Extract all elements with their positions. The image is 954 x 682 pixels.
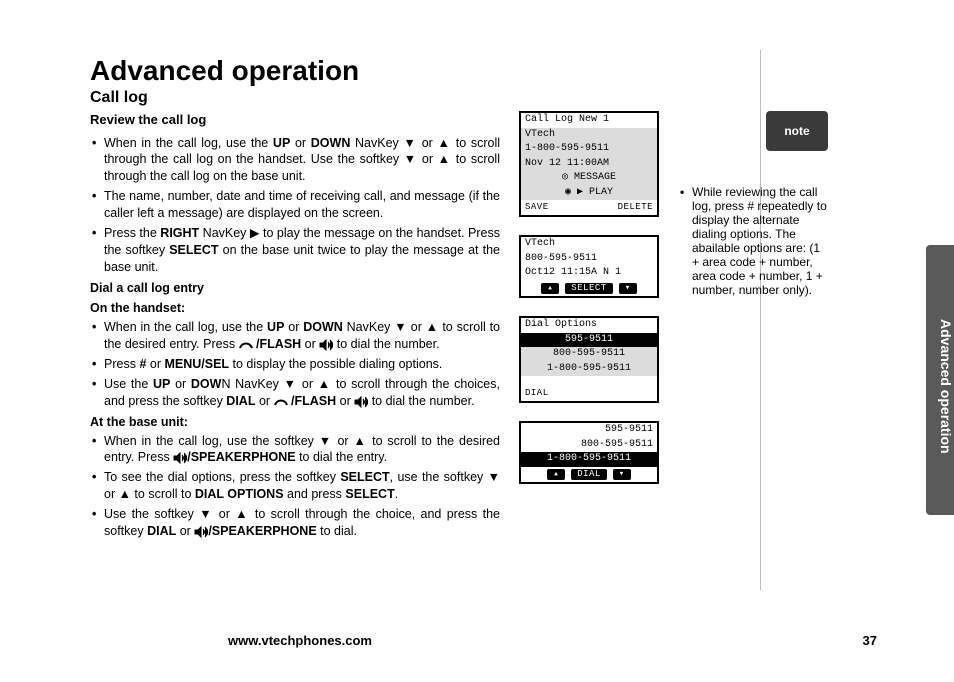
lcd1-softkeys: SAVE DELETE	[521, 200, 657, 215]
page-subtitle: Call log	[90, 89, 925, 107]
lcd4-soft-mid: DIAL	[571, 469, 607, 480]
note-badge: note	[766, 111, 828, 151]
lcd1-message: ◎ MESSAGE	[521, 171, 657, 186]
handset-bullet-3: Use the UP or DOWN NavKey ▼ or ▲ to scro…	[104, 376, 500, 410]
lcd1-header: Call Log New 1	[521, 113, 657, 128]
section-dial-title: Dial a call log entry	[90, 280, 500, 297]
speaker-icon	[194, 526, 208, 538]
note-text: While reviewing the call log, press # re…	[692, 185, 828, 297]
review-bullet-2: The name, number, date and time of recei…	[104, 188, 500, 222]
lcd2-soft-mid: SELECT	[565, 283, 612, 294]
phone-icon	[274, 397, 288, 407]
lcd4-soft-right-icon: ▾	[613, 469, 631, 480]
handset-bullet-1: When in the call log, use the UP or DOWN…	[104, 319, 500, 353]
lcd1-play: ◉ ▶ PLAY	[521, 186, 657, 201]
lcd4-opt3: 1-800-595-9511	[521, 452, 657, 467]
review-bullet-1: When in the call log, use the UP or DOWN…	[104, 135, 500, 186]
lcd2-datetime: Oct12 11:15A N 1	[521, 266, 657, 281]
lcd1-datetime: Nov 12 11:00AM	[521, 157, 657, 172]
speaker-icon	[319, 339, 333, 351]
lcd3-opt2: 800-595-9511	[521, 347, 657, 362]
speaker-icon	[354, 396, 368, 408]
lcd3-soft-left: DIAL	[525, 388, 549, 399]
lcd3-softkeys: DIAL	[521, 386, 657, 401]
section-review-title: Review the call log	[90, 111, 500, 129]
review-bullet-3: Press the RIGHT NavKey ▶ to play the mes…	[104, 225, 500, 276]
speaker-icon	[173, 452, 187, 464]
note-column: note While reviewing the call log, press…	[678, 111, 828, 297]
base-bullet-1: When in the call log, use the softkey ▼ …	[104, 433, 500, 467]
main-text-column: Review the call log When in the call log…	[90, 111, 500, 544]
lcd1-soft-left: SAVE	[525, 202, 549, 213]
on-handset-label: On the handset:	[90, 300, 500, 317]
page-body: Advanced operation Call log Review the c…	[90, 55, 925, 544]
at-base-label: At the base unit:	[90, 414, 500, 431]
handset-bullet-2: Press # or MENU/SEL to display the possi…	[104, 356, 500, 373]
footer-url: www.vtechphones.com	[90, 633, 510, 648]
page-number: 37	[863, 633, 877, 648]
lcd2-soft-right-icon: ▾	[619, 283, 637, 294]
lcd4-opt2: 800-595-9511	[521, 438, 657, 453]
lcd-column: Call Log New 1 VTech 1-800-595-9511 Nov …	[514, 111, 664, 484]
base-bullet-3: Use the softkey ▼ or ▲ to scroll through…	[104, 506, 500, 540]
lcd4-opt1: 595-9511	[521, 423, 657, 438]
lcd1-soft-right: DELETE	[618, 202, 653, 213]
lcd-screen-2: VTech 800-595-9511 Oct12 11:15A N 1 ▴ SE…	[519, 235, 659, 298]
lcd4-soft-left-icon: ▴	[547, 469, 565, 480]
page-title: Advanced operation	[90, 55, 925, 87]
lcd-screen-1: Call Log New 1 VTech 1-800-595-9511 Nov …	[519, 111, 659, 217]
lcd-screen-3: Dial Options 595-9511 800-595-9511 1-800…	[519, 316, 659, 403]
lcd1-name: VTech	[521, 128, 657, 143]
lcd-screen-4: 595-9511 800-595-9511 1-800-595-9511 ▴ D…	[519, 421, 659, 484]
lcd3-opt3: 1-800-595-9511	[521, 362, 657, 377]
side-tab: Advanced operation	[926, 245, 954, 515]
lcd1-number: 1-800-595-9511	[521, 142, 657, 157]
phone-icon	[239, 340, 253, 350]
lcd2-number: 800-595-9511	[521, 252, 657, 267]
lcd2-name: VTech	[521, 237, 657, 252]
lcd2-softkeys: ▴ SELECT ▾	[521, 281, 657, 296]
lcd2-soft-left-icon: ▴	[541, 283, 559, 294]
page-footer: www.vtechphones.com 37	[90, 633, 925, 648]
base-bullet-2: To see the dial options, press the softk…	[104, 469, 500, 503]
lcd4-softkeys: ▴ DIAL ▾	[521, 467, 657, 482]
lcd3-opt1: 595-9511	[521, 333, 657, 348]
lcd3-title: Dial Options	[521, 318, 657, 333]
